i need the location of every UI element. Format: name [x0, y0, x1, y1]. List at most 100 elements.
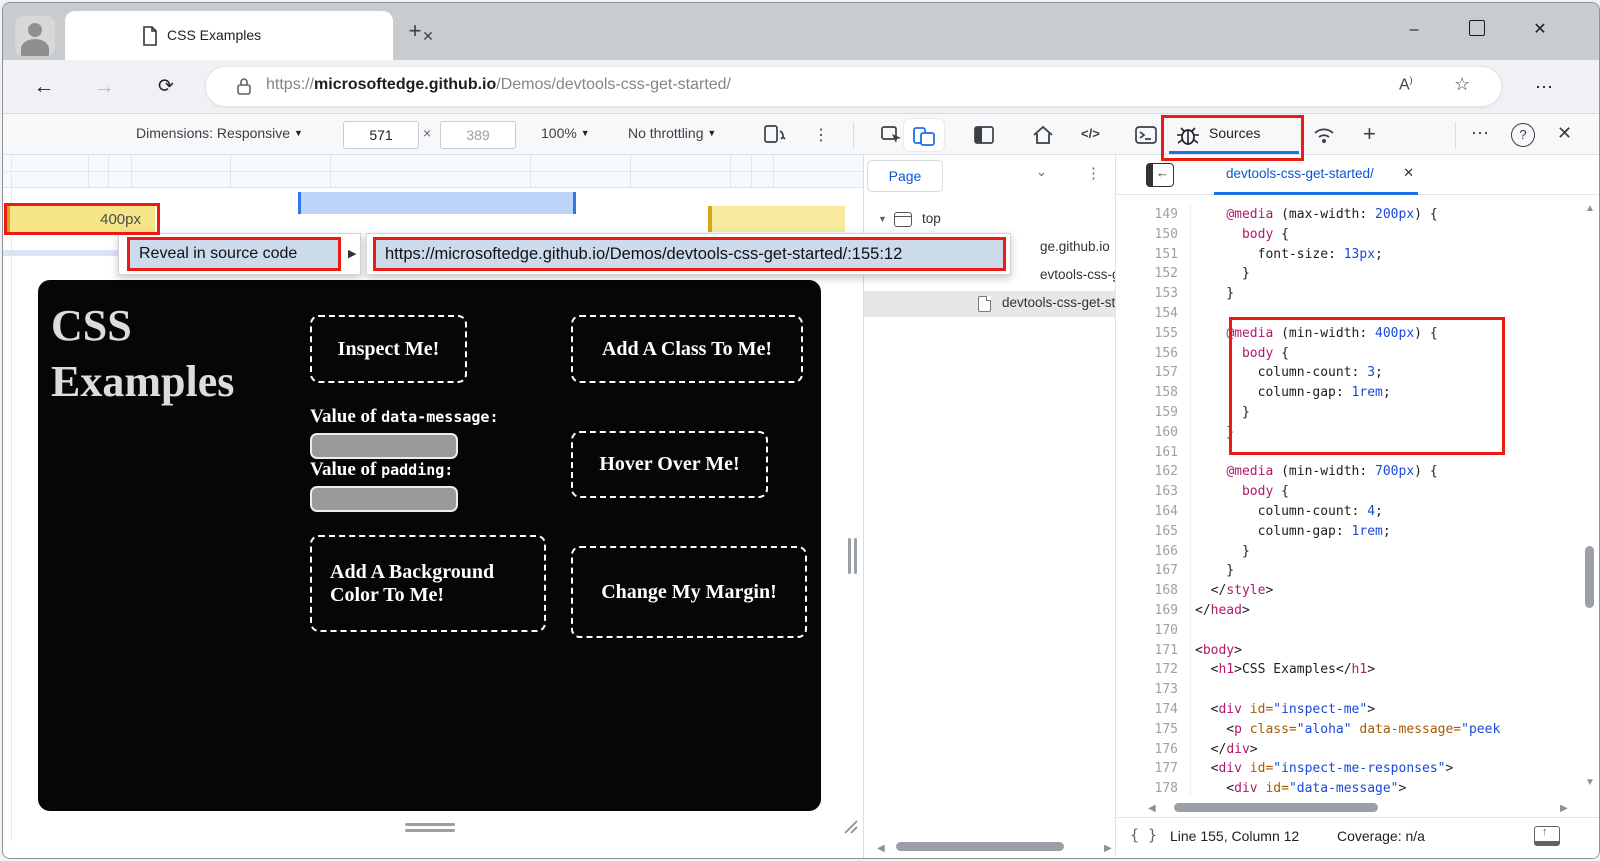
favorites-star-icon[interactable]: ☆: [1454, 74, 1470, 95]
tree-expand-icon[interactable]: ▼: [878, 214, 887, 224]
code-line[interactable]: 152 }: [1116, 264, 1586, 284]
code-line[interactable]: 160 }: [1116, 423, 1586, 443]
change-margin-box[interactable]: Change My Margin!: [571, 546, 807, 638]
scroll-right-icon[interactable]: ▶: [1104, 843, 1112, 854]
back-button[interactable]: ←: [27, 70, 61, 104]
browser-tab[interactable]: CSS Examples ✕: [65, 11, 393, 60]
site-info-lock-icon[interactable]: [236, 77, 252, 96]
device-toolbar-more-icon[interactable]: ⋮: [813, 125, 829, 145]
code-line[interactable]: 167 }: [1116, 561, 1586, 581]
dimensions-dropdown[interactable]: Dimensions: Responsive ▼: [136, 125, 303, 141]
code-line[interactable]: 177 <div id="inspect-me-responses">: [1116, 759, 1586, 779]
vscroll-up-icon[interactable]: ▲: [1585, 203, 1595, 214]
forward-button[interactable]: →: [87, 70, 121, 104]
pretty-print-icon[interactable]: { }: [1130, 826, 1157, 844]
devtools-close-icon[interactable]: ✕: [1557, 123, 1572, 144]
rotate-viewport-icon[interactable]: [761, 123, 787, 147]
code-line[interactable]: 151 font-size: 13px;: [1116, 245, 1586, 265]
network-conditions-wifi-icon[interactable]: [1311, 123, 1337, 147]
home-icon[interactable]: [1030, 123, 1056, 147]
console-icon[interactable]: [1133, 123, 1159, 147]
editor-vscroll-thumb[interactable]: [1585, 546, 1594, 608]
code-line[interactable]: 157 column-count: 3;: [1116, 363, 1586, 383]
sources-bug-icon[interactable]: [1175, 123, 1201, 147]
sources-tab-label[interactable]: Sources: [1209, 125, 1260, 141]
media-query-bar-400px[interactable]: 400px: [6, 206, 155, 232]
viewport-height-input[interactable]: [440, 121, 516, 149]
address-bar[interactable]: https://microsoftedge.github.io/Demos/de…: [205, 66, 1502, 107]
refresh-button[interactable]: ⟳: [149, 70, 183, 104]
code-line[interactable]: 172 <h1>CSS Examples</h1>: [1116, 660, 1586, 680]
editor-hscroll-thumb[interactable]: [1174, 803, 1378, 812]
code-line[interactable]: 164 column-count: 4;: [1116, 502, 1586, 522]
navigator-hscroll-thumb[interactable]: [896, 842, 1064, 851]
hide-navigator-icon[interactable]: [1146, 163, 1174, 187]
read-aloud-icon[interactable]: A): [1399, 75, 1413, 94]
navigator-chevron-down-icon[interactable]: ⌄: [1036, 164, 1047, 180]
devtools-help-icon[interactable]: ?: [1511, 123, 1535, 147]
code-line[interactable]: 155 @media (min-width: 400px) {: [1116, 324, 1586, 344]
new-tab-button[interactable]: +: [401, 17, 429, 45]
hover-over-me-box[interactable]: Hover Over Me!: [571, 431, 768, 498]
inspect-me-box[interactable]: Inspect Me!: [310, 315, 467, 383]
devtools-more-icon[interactable]: ⋯: [1471, 123, 1489, 144]
code-lines[interactable]: 149 @media (max-width: 200px) {150 body …: [1116, 195, 1586, 795]
scroll-left-icon[interactable]: ◀: [877, 843, 885, 854]
tree-row-file-selected[interactable]: devtools-css-get-star: [864, 291, 1115, 317]
code-line[interactable]: 163 body {: [1116, 482, 1586, 502]
profile-avatar[interactable]: [15, 16, 55, 56]
tree-row-top[interactable]: ▼ top: [864, 207, 1115, 233]
elements-code-icon[interactable]: </>: [1081, 126, 1100, 141]
code-line[interactable]: 166 }: [1116, 542, 1586, 562]
code-line[interactable]: 154: [1116, 304, 1586, 324]
viewport-resize-handle-right[interactable]: [848, 538, 851, 574]
viewport-width-input[interactable]: [343, 121, 419, 149]
code-line[interactable]: 153 }: [1116, 284, 1586, 304]
show-drawer-icon[interactable]: [1534, 826, 1560, 846]
code-line[interactable]: 178 <div id="data-message">: [1116, 779, 1586, 795]
code-line[interactable]: 176 </div>: [1116, 740, 1586, 760]
editor-file-tab[interactable]: devtools-css-get-started/ ✕: [1214, 155, 1418, 195]
viewport-resize-handle-bottom2[interactable]: [405, 829, 455, 832]
hscroll-left-icon[interactable]: ◀: [1148, 803, 1156, 814]
media-query-bar-blue[interactable]: [298, 192, 576, 214]
code-line[interactable]: 171<body>: [1116, 641, 1586, 661]
vscroll-down-icon[interactable]: ▼: [1585, 777, 1595, 788]
code-line[interactable]: 159 }: [1116, 403, 1586, 423]
code-line[interactable]: 169</head>: [1116, 601, 1586, 621]
window-close-button[interactable]: ✕: [1525, 13, 1555, 47]
hscroll-right-icon[interactable]: ▶: [1560, 803, 1568, 814]
add-panel-icon[interactable]: +: [1363, 121, 1376, 147]
code-line[interactable]: 156 body {: [1116, 344, 1586, 364]
media-query-ruler: [3, 155, 863, 188]
code-line[interactable]: 161: [1116, 443, 1586, 463]
code-line[interactable]: 174 <div id="inspect-me">: [1116, 700, 1586, 720]
code-line[interactable]: 149 @media (max-width: 200px) {: [1116, 205, 1586, 225]
code-line[interactable]: 170: [1116, 621, 1586, 641]
code-line[interactable]: 168 </style>: [1116, 581, 1586, 601]
add-class-box[interactable]: Add A Class To Me!: [571, 315, 803, 383]
browser-settings-icon[interactable]: ⋯: [1527, 70, 1561, 104]
code-line[interactable]: 165 column-gap: 1rem;: [1116, 522, 1586, 542]
viewport-resize-handle-bottom[interactable]: [405, 823, 455, 826]
code-line[interactable]: 158 column-gap: 1rem;: [1116, 383, 1586, 403]
editor-hscrollbar[interactable]: ◀ ▶: [1140, 801, 1586, 815]
throttling-dropdown[interactable]: No throttling ▼: [628, 125, 716, 141]
navigator-page-tab[interactable]: Page: [867, 160, 943, 192]
window-minimize-button[interactable]: –: [1399, 13, 1429, 47]
code-line[interactable]: 162 @media (min-width: 700px) {: [1116, 462, 1586, 482]
window-maximize-button[interactable]: [1469, 20, 1485, 36]
zoom-dropdown[interactable]: 100% ▼: [541, 125, 590, 141]
inspect-element-icon[interactable]: [879, 123, 905, 147]
code-line[interactable]: 173: [1116, 680, 1586, 700]
viewport-resize-corner[interactable]: [841, 817, 859, 835]
viewport-resize-handle-right2[interactable]: [854, 538, 857, 574]
code-line[interactable]: 150 body {: [1116, 225, 1586, 245]
editor-tab-close-icon[interactable]: ✕: [1403, 165, 1414, 181]
editor-vscrollbar[interactable]: ▲ ▼: [1581, 199, 1599, 795]
code-line[interactable]: 175 <p class="aloha" data-message="peek: [1116, 720, 1586, 740]
dock-side-icon[interactable]: [971, 123, 997, 147]
media-query-bar-right[interactable]: [708, 206, 845, 232]
navigator-more-icon[interactable]: ⋮: [1086, 164, 1101, 182]
add-background-box[interactable]: Add A Background Color To Me!: [310, 535, 546, 632]
